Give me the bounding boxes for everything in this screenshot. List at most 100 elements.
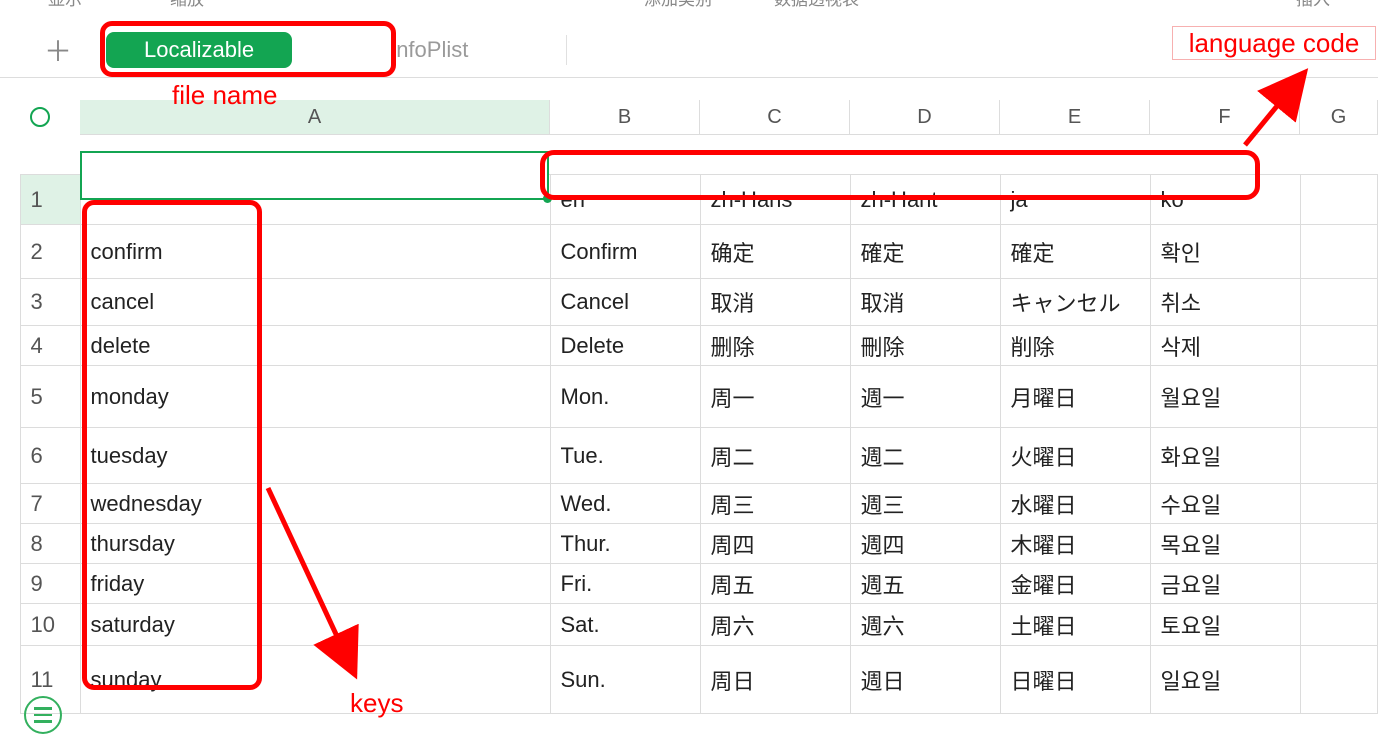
cell-A1[interactable] — [80, 175, 550, 225]
cell-zh-hant[interactable]: 取消 — [850, 279, 1000, 326]
cell-en[interactable]: Fri. — [550, 564, 700, 604]
cell-ja[interactable]: 月曜日 — [1000, 366, 1150, 428]
cell-empty[interactable] — [1300, 524, 1378, 564]
cell-empty[interactable] — [1300, 428, 1378, 484]
cell-ko[interactable]: 확인 — [1150, 225, 1300, 279]
cell-zh-hant[interactable]: 週五 — [850, 564, 1000, 604]
row-header-6[interactable]: 6 — [20, 428, 80, 484]
row-header-9[interactable]: 9 — [20, 564, 80, 604]
sheet-tab-localizable[interactable]: Localizable — [106, 32, 292, 68]
cell-zh-hant[interactable]: 週一 — [850, 366, 1000, 428]
cell-zh-hans[interactable]: 取消 — [700, 279, 850, 326]
cell-ko[interactable]: 금요일 — [1150, 564, 1300, 604]
cell-key[interactable]: cancel — [80, 279, 550, 326]
cell-en[interactable]: Tue. — [550, 428, 700, 484]
cell-en[interactable]: Delete — [550, 326, 700, 366]
column-header-A[interactable]: A — [80, 100, 550, 134]
cell-key[interactable]: saturday — [80, 604, 550, 646]
cell-empty[interactable] — [1300, 225, 1378, 279]
row-header-1[interactable]: 1 — [20, 175, 80, 225]
cell-zh-hans[interactable]: 周日 — [700, 646, 850, 714]
cell-ja[interactable]: 削除 — [1000, 326, 1150, 366]
cell-en[interactable]: Sun. — [550, 646, 700, 714]
cell-ko[interactable]: 삭제 — [1150, 326, 1300, 366]
toolbar-item-category[interactable]: 添加类别 — [636, 0, 720, 10]
column-header-D[interactable]: D — [850, 100, 1000, 134]
cell-key[interactable]: wednesday — [80, 484, 550, 524]
column-header-C[interactable]: C — [700, 100, 850, 134]
cell-zh-hant[interactable]: 週日 — [850, 646, 1000, 714]
row-header-8[interactable]: 8 — [20, 524, 80, 564]
spreadsheet-grid[interactable]: 1 en zh-Hans zh-Hant ja ko 2 confirm Con… — [0, 134, 1378, 736]
cell-zh-hans[interactable]: 周六 — [700, 604, 850, 646]
cell-ko[interactable]: 수요일 — [1150, 484, 1300, 524]
cell-empty[interactable] — [1300, 366, 1378, 428]
cell-zh-hans[interactable]: 周二 — [700, 428, 850, 484]
cell-zh-hans[interactable]: 周四 — [700, 524, 850, 564]
cell-ja[interactable]: 火曜日 — [1000, 428, 1150, 484]
cell-ko[interactable]: 월요일 — [1150, 366, 1300, 428]
column-header-G[interactable]: G — [1300, 100, 1378, 134]
cell-ja[interactable]: 水曜日 — [1000, 484, 1150, 524]
cell-key[interactable]: delete — [80, 326, 550, 366]
row-header-4[interactable]: 4 — [20, 326, 80, 366]
column-header-B[interactable]: B — [550, 100, 700, 134]
add-sheet-button[interactable]: ＋ — [38, 30, 78, 70]
cell-C1[interactable]: zh-Hans — [700, 175, 850, 225]
select-all-corner[interactable] — [0, 100, 80, 134]
cell-zh-hans[interactable]: 周一 — [700, 366, 850, 428]
toolbar-item-insert[interactable]: 插入 — [1288, 0, 1338, 10]
cell-ko[interactable]: 화요일 — [1150, 428, 1300, 484]
cell-en[interactable]: Sat. — [550, 604, 700, 646]
cell-zh-hant[interactable]: 刪除 — [850, 326, 1000, 366]
toolbar-item-zoom[interactable]: 缩放 — [162, 0, 212, 10]
cell-zh-hant[interactable]: 週二 — [850, 428, 1000, 484]
cell-G1[interactable] — [1300, 175, 1378, 225]
cell-ja[interactable]: 木曜日 — [1000, 524, 1150, 564]
cell-empty[interactable] — [1300, 646, 1378, 714]
cell-key[interactable]: sunday — [80, 646, 550, 714]
cell-ko[interactable]: 토요일 — [1150, 604, 1300, 646]
row-header-5[interactable]: 5 — [20, 366, 80, 428]
cell-key[interactable]: thursday — [80, 524, 550, 564]
cell-zh-hans[interactable]: 周五 — [700, 564, 850, 604]
column-header-E[interactable]: E — [1000, 100, 1150, 134]
sheet-tab-infoplist[interactable]: InfoPlist — [352, 32, 506, 68]
cell-en[interactable]: Cancel — [550, 279, 700, 326]
cell-empty[interactable] — [1300, 279, 1378, 326]
cell-zh-hant[interactable]: 確定 — [850, 225, 1000, 279]
cell-en[interactable]: Confirm — [550, 225, 700, 279]
cell-zh-hant[interactable]: 週三 — [850, 484, 1000, 524]
cell-zh-hant[interactable]: 週六 — [850, 604, 1000, 646]
cell-B1[interactable]: en — [550, 175, 700, 225]
row-header-2[interactable]: 2 — [20, 225, 80, 279]
toolbar-item-display[interactable]: 显示 — [40, 0, 90, 10]
cell-zh-hant[interactable]: 週四 — [850, 524, 1000, 564]
cell-zh-hans[interactable]: 周三 — [700, 484, 850, 524]
cell-zh-hans[interactable]: 确定 — [700, 225, 850, 279]
cell-D1[interactable]: zh-Hant — [850, 175, 1000, 225]
row-header-10[interactable]: 10 — [20, 604, 80, 646]
column-header-F[interactable]: F — [1150, 100, 1300, 134]
cell-zh-hans[interactable]: 删除 — [700, 326, 850, 366]
row-header-7[interactable]: 7 — [20, 484, 80, 524]
row-header-3[interactable]: 3 — [20, 279, 80, 326]
cell-empty[interactable] — [1300, 564, 1378, 604]
cell-en[interactable]: Thur. — [550, 524, 700, 564]
cell-E1[interactable]: ja — [1000, 175, 1150, 225]
cell-en[interactable]: Wed. — [550, 484, 700, 524]
toolbar-item-pivot[interactable]: 数据透视表 — [766, 0, 867, 10]
cell-ja[interactable]: 土曜日 — [1000, 604, 1150, 646]
cell-ko[interactable]: 취소 — [1150, 279, 1300, 326]
cell-key[interactable]: monday — [80, 366, 550, 428]
hamburger-button[interactable] — [24, 696, 62, 734]
cell-ja[interactable]: 金曜日 — [1000, 564, 1150, 604]
cell-empty[interactable] — [1300, 326, 1378, 366]
cell-key[interactable]: tuesday — [80, 428, 550, 484]
cell-ko[interactable]: 목요일 — [1150, 524, 1300, 564]
cell-empty[interactable] — [1300, 604, 1378, 646]
cell-ko[interactable]: 일요일 — [1150, 646, 1300, 714]
cell-F1[interactable]: ko — [1150, 175, 1300, 225]
cell-ja[interactable]: キャンセル — [1000, 279, 1150, 326]
cell-key[interactable]: friday — [80, 564, 550, 604]
